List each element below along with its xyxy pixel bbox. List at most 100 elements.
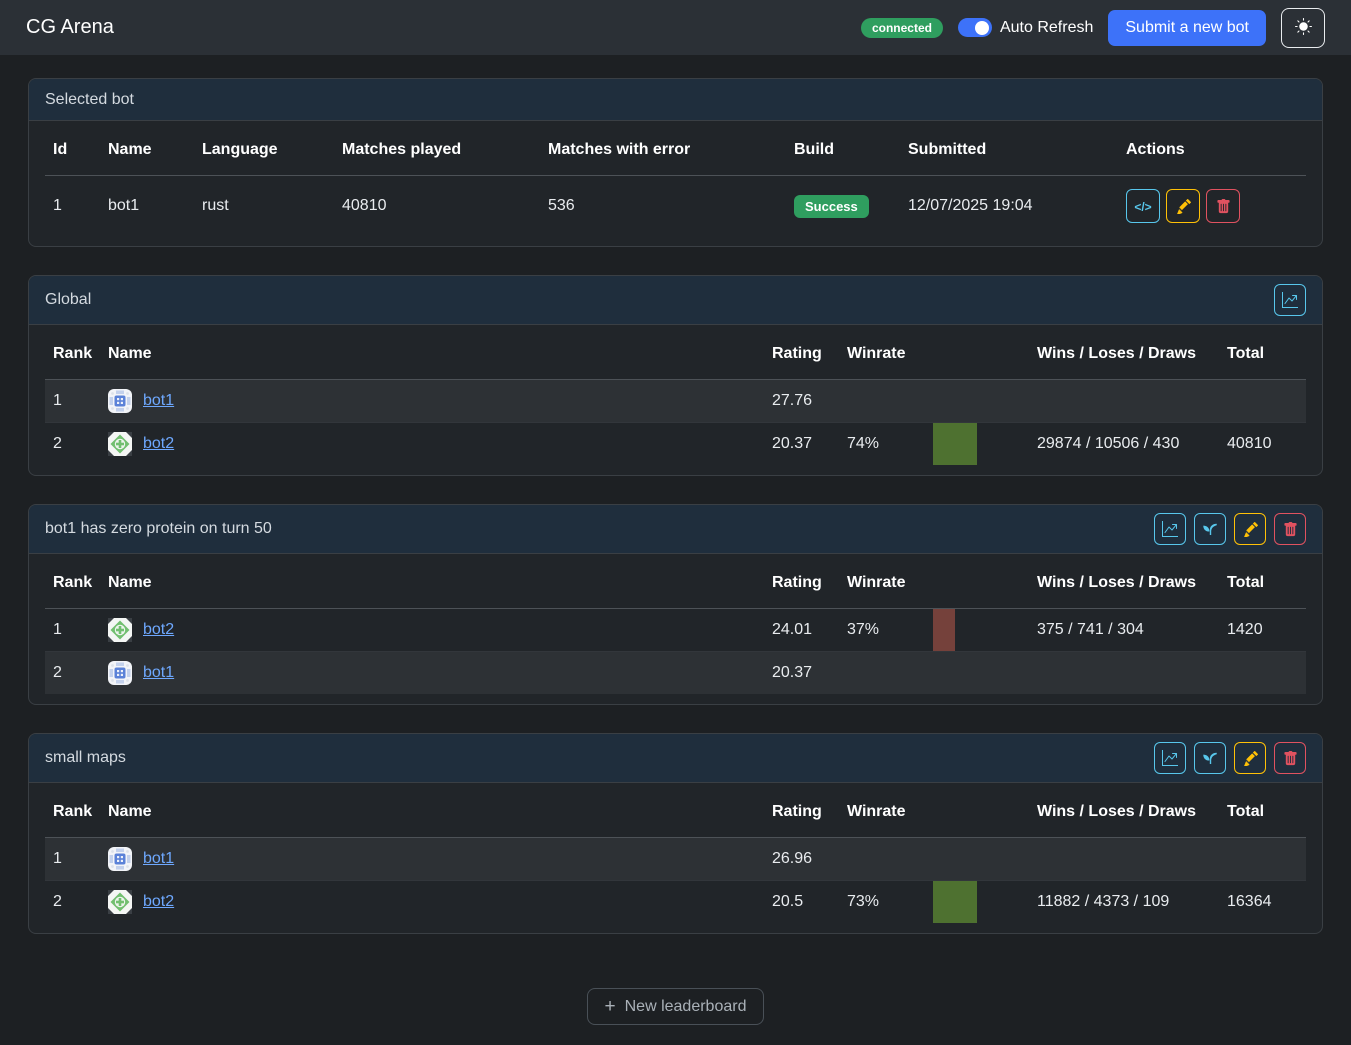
leaderboard-row: 1 bot1 26.96 <box>45 838 1306 881</box>
bot-language: rust <box>194 176 334 237</box>
navbar: CG Arena connected Auto Refresh Submit a… <box>0 0 1351 55</box>
leaderboard-header-row: RankNameRatingWinrateWins / Loses / Draw… <box>45 558 1306 609</box>
wins-loses-draws-cell <box>1029 652 1219 695</box>
bot-link[interactable]: bot1 <box>143 392 174 410</box>
selected-bot-title: Selected bot <box>45 91 134 109</box>
winrate-bar-cell <box>925 881 1029 924</box>
lb-col-total: Total <box>1219 329 1306 380</box>
chart-button[interactable] <box>1274 284 1306 316</box>
total-cell <box>1219 838 1306 881</box>
rating-cell: 20.37 <box>764 423 839 466</box>
delete-icon <box>1283 522 1298 537</box>
leaderboard-body: RankNameRatingWinrateWins / Loses / Draw… <box>29 783 1322 933</box>
col-submitted: Submitted <box>900 125 1118 176</box>
bot-link[interactable]: bot1 <box>143 850 174 868</box>
winrate-cell <box>839 838 925 881</box>
col-matches-with-error: Matches with error <box>540 125 786 176</box>
total-cell <box>1219 380 1306 423</box>
winrate-bar-cell <box>925 652 1029 695</box>
col-matches-played: Matches played <box>334 125 540 176</box>
leaderboard-card: Global RankNameRatingWinrateWins / Loses… <box>28 275 1323 476</box>
app-brand[interactable]: CG Arena <box>26 16 114 39</box>
rank-cell: 1 <box>45 838 100 881</box>
lb-col-wins-loses-draws: Wins / Loses / Draws <box>1029 787 1219 838</box>
lb-col-total: Total <box>1219 558 1306 609</box>
leaderboard-header-row: RankNameRatingWinrateWins / Loses / Draw… <box>45 329 1306 380</box>
rating-cell: 24.01 <box>764 609 839 652</box>
rating-cell: 27.76 <box>764 380 839 423</box>
selected-bot-row: 1 bot1 rust 40810 536 Success 12/07/2025… <box>45 176 1306 237</box>
code-button[interactable]: </> <box>1126 189 1160 223</box>
rating-cell: 20.5 <box>764 881 839 924</box>
leaderboard-actions <box>1154 513 1306 545</box>
navbar-right: connected Auto Refresh Submit a new bot <box>861 8 1325 48</box>
chart-icon <box>1162 521 1178 537</box>
leaderboard-card: bot1 has zero protein on turn 50 RankNam… <box>28 504 1323 705</box>
leaderboard-table: RankNameRatingWinrateWins / Loses / Draw… <box>45 558 1306 694</box>
build-status-badge: Success <box>794 195 869 218</box>
rank-cell: 1 <box>45 380 100 423</box>
leaderboard-title: Global <box>45 291 91 309</box>
edit-button[interactable] <box>1234 742 1266 774</box>
lb-col-name: Name <box>100 329 764 380</box>
lb-col-winrate: Winrate <box>839 558 925 609</box>
bot-avatar-icon <box>108 890 132 914</box>
bot-link[interactable]: bot1 <box>143 664 174 682</box>
chart-icon <box>1162 750 1178 766</box>
delete-icon <box>1283 751 1298 766</box>
delete-button[interactable] <box>1274 742 1306 774</box>
col-id: Id <box>45 125 100 176</box>
leaderboard-body: RankNameRatingWinrateWins / Loses / Draw… <box>29 325 1322 475</box>
bot-link[interactable]: bot2 <box>143 621 174 639</box>
leaderboard-body: RankNameRatingWinrateWins / Loses / Draw… <box>29 554 1322 704</box>
submit-new-bot-button[interactable]: Submit a new bot <box>1108 10 1266 46</box>
rank-cell: 2 <box>45 423 100 466</box>
edit-icon <box>1243 751 1258 766</box>
rating-cell: 20.37 <box>764 652 839 695</box>
leaderboard-row: 1 bot1 27.76 <box>45 380 1306 423</box>
winrate-cell: 37% <box>839 609 925 652</box>
wins-loses-draws-cell: 29874 / 10506 / 430 <box>1029 423 1219 466</box>
edit-button[interactable] <box>1234 513 1266 545</box>
seedling-button[interactable] <box>1194 513 1226 545</box>
chart-icon <box>1282 292 1298 308</box>
rating-cell: 26.96 <box>764 838 839 881</box>
col-language: Language <box>194 125 334 176</box>
delete-button[interactable] <box>1206 189 1240 223</box>
rank-cell: 1 <box>45 609 100 652</box>
selected-bot-actions: </> <box>1126 189 1298 223</box>
lb-col-rank: Rank <box>45 329 100 380</box>
theme-toggle-button[interactable] <box>1281 8 1325 48</box>
chart-button[interactable] <box>1154 742 1186 774</box>
code-icon: </> <box>1134 199 1151 214</box>
lb-col-winrate: Winrate <box>839 329 925 380</box>
footer-row: + New leaderboard <box>28 962 1323 1027</box>
lb-col-rank: Rank <box>45 787 100 838</box>
lb-col-rating: Rating <box>764 787 839 838</box>
bot-avatar-icon <box>108 389 132 413</box>
lb-col-rating: Rating <box>764 558 839 609</box>
new-leaderboard-button[interactable]: + New leaderboard <box>587 988 765 1025</box>
selected-bot-table: Id Name Language Matches played Matches … <box>45 125 1306 236</box>
leaderboard-header: Global <box>29 276 1322 325</box>
lb-col-name: Name <box>100 787 764 838</box>
edit-button[interactable] <box>1166 189 1200 223</box>
auto-refresh-toggle[interactable] <box>958 18 992 37</box>
leaderboard-row: 2bot220.3774%29874 / 10506 / 43040810 <box>45 423 1306 466</box>
chart-button[interactable] <box>1154 513 1186 545</box>
bot-link[interactable]: bot2 <box>143 893 174 911</box>
auto-refresh-control: Auto Refresh <box>958 18 1093 37</box>
leaderboard-row: 1bot224.0137%375 / 741 / 3041420 <box>45 609 1306 652</box>
bot-avatar-icon <box>108 661 132 685</box>
leaderboard-table: RankNameRatingWinrateWins / Loses / Draw… <box>45 787 1306 923</box>
lb-col-name: Name <box>100 558 764 609</box>
winrate-cell <box>839 380 925 423</box>
wins-loses-draws-cell <box>1029 380 1219 423</box>
bot-name: bot1 <box>100 176 194 237</box>
selected-bot-card: Selected bot Id Name Language Matches pl… <box>28 78 1323 247</box>
lb-col-bar <box>925 558 1029 609</box>
seedling-button[interactable] <box>1194 742 1226 774</box>
bot-link[interactable]: bot2 <box>143 435 174 453</box>
delete-icon <box>1216 199 1231 214</box>
delete-button[interactable] <box>1274 513 1306 545</box>
